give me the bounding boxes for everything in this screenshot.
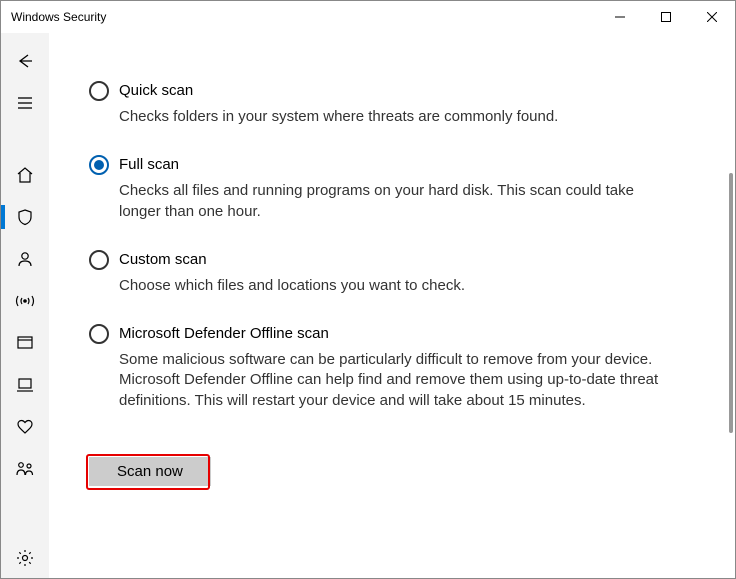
option-description: Some malicious software can be particula… — [119, 350, 675, 411]
option-label: Full scan — [119, 155, 675, 173]
option-description: Checks folders in your system where thre… — [119, 107, 675, 127]
radio-button[interactable] — [89, 155, 109, 175]
app-icon — [16, 334, 34, 352]
family-icon — [15, 460, 35, 478]
gear-icon — [16, 549, 34, 567]
window-title: Windows Security — [11, 10, 106, 24]
option-description: Checks all files and running programs on… — [119, 181, 675, 222]
close-icon — [707, 12, 717, 22]
scan-option-quick[interactable]: Quick scan Checks folders in your system… — [89, 81, 675, 127]
app-window: Windows Security — [0, 0, 736, 579]
nav-device-performance[interactable] — [1, 407, 49, 447]
nav-settings[interactable] — [1, 538, 49, 578]
radio-button[interactable] — [89, 324, 109, 344]
maximize-button[interactable] — [643, 1, 689, 33]
nav-home[interactable] — [1, 155, 49, 195]
title-bar: Windows Security — [1, 1, 735, 33]
scan-option-full[interactable]: Full scan Checks all files and running p… — [89, 155, 675, 222]
scan-now-button[interactable]: Scan now — [89, 457, 211, 486]
nav-sidebar — [1, 33, 49, 578]
option-label: Microsoft Defender Offline scan — [119, 324, 675, 342]
nav-back[interactable] — [1, 41, 49, 81]
shield-icon — [16, 208, 34, 226]
hamburger-icon — [16, 94, 34, 112]
scan-option-offline[interactable]: Microsoft Defender Offline scan Some mal… — [89, 324, 675, 411]
option-label: Quick scan — [119, 81, 675, 99]
close-button[interactable] — [689, 1, 735, 33]
nav-family-options[interactable] — [1, 449, 49, 489]
nav-device-security[interactable] — [1, 365, 49, 405]
minimize-button[interactable] — [597, 1, 643, 33]
option-label: Custom scan — [119, 250, 675, 268]
scrollbar[interactable] — [729, 173, 733, 433]
heart-icon — [16, 418, 34, 436]
network-icon — [14, 292, 36, 310]
nav-app-browser[interactable] — [1, 323, 49, 363]
nav-account-protection[interactable] — [1, 239, 49, 279]
back-arrow-icon — [16, 52, 34, 70]
scan-option-custom[interactable]: Custom scan Choose which files and locat… — [89, 250, 675, 296]
maximize-icon — [661, 12, 671, 22]
main-content: Quick scan Checks folders in your system… — [49, 33, 735, 578]
window-controls — [597, 1, 735, 33]
nav-virus-protection[interactable] — [1, 197, 49, 237]
radio-button[interactable] — [89, 250, 109, 270]
minimize-icon — [615, 12, 625, 22]
device-icon — [16, 376, 34, 394]
account-icon — [16, 250, 34, 268]
home-icon — [16, 166, 34, 184]
radio-button[interactable] — [89, 81, 109, 101]
nav-firewall[interactable] — [1, 281, 49, 321]
option-description: Choose which files and locations you wan… — [119, 276, 675, 296]
nav-menu[interactable] — [1, 83, 49, 123]
window-body: Quick scan Checks folders in your system… — [1, 33, 735, 578]
